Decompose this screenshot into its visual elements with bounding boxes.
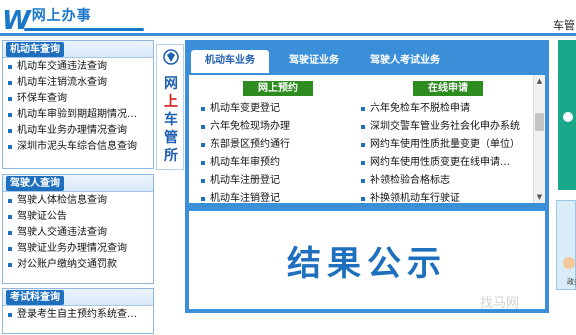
banner-icon — [563, 112, 573, 122]
right-side-banner[interactable] — [558, 40, 576, 190]
results-announcement-label: 结果公示 — [287, 243, 447, 284]
list-item[interactable]: 六年免检车不脱检申请 — [359, 100, 531, 118]
tab-content: 网上预约 机动车变更登记 六年免检现场办理 东部景区预约通行 机动车年审预约 机… — [189, 75, 545, 203]
sidebar-item[interactable]: 深圳市泥头车综合信息查询 — [7, 139, 153, 155]
page: W 网上办事 车管 机动车查询 机动车交通违法查询 机动车注销流水查询 环保车查… — [0, 0, 576, 335]
avatar-icon — [563, 257, 575, 269]
list-item[interactable]: 补领检验合格标志 — [359, 172, 531, 190]
content-scrollbar[interactable]: ▲ ▼ — [533, 75, 545, 203]
sidebar-item[interactable]: 对公账户缴纳交通罚款 — [7, 257, 153, 273]
exam-query-list: 登录考生自主预约系统查… — [3, 306, 153, 323]
list-item[interactable]: 网约车使用性质变更在线申请… — [359, 154, 531, 172]
brand-title: 网上办事 — [31, 8, 92, 24]
business-tabs: 机动车业务 驾驶证业务 驾驶人考试业务 — [185, 40, 549, 75]
online-booking-header: 网上预约 — [243, 81, 313, 96]
list-item[interactable]: 六年免检现场办理 — [199, 118, 359, 136]
tab-vehicle-business[interactable]: 机动车业务 — [191, 50, 269, 73]
list-item[interactable]: 东部景区预约通行 — [199, 136, 359, 154]
site-header: W 网上办事 车管 — [0, 0, 576, 38]
list-item[interactable]: 机动车注册登记 — [199, 172, 359, 190]
online-apply-header: 在线申请 — [413, 81, 483, 96]
sidebar-item[interactable]: 驾驶证业务办理情况查询 — [7, 241, 153, 257]
list-item[interactable]: 网约车使用性质批量变更（单位） — [359, 136, 531, 154]
section-header: 驾驶人查询 — [3, 175, 153, 192]
section-title: 考试科查询 — [6, 290, 64, 305]
sidebar-item[interactable]: 机动车注销流水查询 — [7, 75, 153, 91]
sidebar-item[interactable]: 驾驶证公告 — [7, 209, 153, 225]
sidebar-item[interactable]: 机动车审验到期超期情况… — [7, 107, 153, 123]
sidebar-item[interactable]: 环保车查询 — [7, 91, 153, 107]
top-nav-link[interactable]: 车管 — [553, 17, 575, 33]
tab-license-business[interactable]: 驾驶证业务 — [277, 50, 351, 73]
title-char: 网 — [164, 76, 178, 92]
title-char: 车 — [164, 112, 178, 128]
scroll-down-icon[interactable]: ▼ — [534, 191, 545, 203]
vehicle-query-list: 机动车交通违法查询 机动车注销流水查询 环保车查询 机动车审验到期超期情况… 机… — [3, 58, 153, 155]
driver-query-list: 驾驶人体检信息查询 驾驶证公告 驾驶人交通违法查询 驾驶证业务办理情况查询 对公… — [3, 192, 153, 273]
sidebar-item[interactable]: 机动车交通违法查询 — [7, 59, 153, 75]
title-char: 上 — [164, 94, 178, 110]
header-divider — [0, 33, 576, 36]
main-panel: 机动车业务 驾驶证业务 驾驶人考试业务 网上预约 机动车变更登记 六年免检现场办… — [185, 40, 549, 313]
list-item[interactable]: 机动车变更登记 — [199, 100, 359, 118]
online-apply-list: 六年免检车不脱检申请 深圳交警车管业务社会化申办系统 网约车使用性质批量变更（单… — [359, 100, 531, 203]
police-badge-icon — [163, 49, 179, 65]
sidebar-item[interactable]: 驾驶人交通违法查询 — [7, 225, 153, 241]
watermark: 找马网 — [480, 296, 520, 311]
service-label: 政务 — [567, 278, 576, 286]
exam-query-section: 考试科查询 登录考生自主预约系统查… — [2, 288, 154, 334]
scroll-up-icon[interactable]: ▲ — [534, 75, 545, 87]
scroll-thumb[interactable] — [535, 113, 544, 131]
right-side-service-box[interactable]: 政务 — [556, 200, 576, 290]
brand-underline — [24, 28, 144, 31]
section-title: 机动车查询 — [6, 42, 64, 57]
section-header: 机动车查询 — [3, 41, 153, 58]
list-item[interactable]: 机动车注销登记 — [199, 190, 359, 203]
vertical-title-text: 网 上 车 管 所 — [163, 75, 179, 165]
online-booking-list: 机动车变更登记 六年免检现场办理 东部景区预约通行 机动车年审预约 机动车注册登… — [199, 100, 359, 203]
list-item[interactable]: 机动车年审预约 — [199, 154, 359, 172]
sidebar: 机动车查询 机动车交通违法查询 机动车注销流水查询 环保车查询 机动车审验到期超… — [0, 38, 155, 335]
vehicle-query-section: 机动车查询 机动车交通违法查询 机动车注销流水查询 环保车查询 机动车审验到期超… — [2, 40, 154, 169]
sidebar-item[interactable]: 驾驶人体检信息查询 — [7, 193, 153, 209]
list-item[interactable]: 补换领机动车行驶证 — [359, 190, 531, 203]
title-char: 所 — [164, 148, 178, 164]
section-header: 考试科查询 — [3, 289, 153, 306]
online-vehicle-office-title: 网 上 车 管 所 — [156, 44, 184, 170]
tab-exam-business[interactable]: 驾驶人考试业务 — [357, 50, 453, 73]
sidebar-item[interactable]: 登录考生自主预约系统查… — [7, 307, 153, 323]
sidebar-item[interactable]: 机动车业务办理情况查询 — [7, 123, 153, 139]
driver-query-section: 驾驶人查询 驾驶人体检信息查询 驾驶证公告 驾驶人交通违法查询 驾驶证业务办理情… — [2, 174, 154, 284]
title-char: 管 — [164, 130, 178, 146]
list-item[interactable]: 深圳交警车管业务社会化申办系统 — [359, 118, 531, 136]
section-title: 驾驶人查询 — [6, 176, 64, 191]
